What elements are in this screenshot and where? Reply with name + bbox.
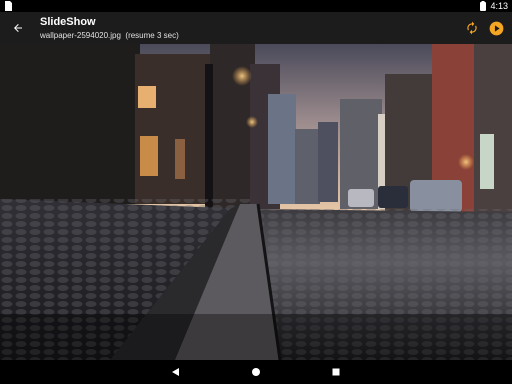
- refresh-button[interactable]: [462, 18, 482, 38]
- image-subtitle: wallpaper-2594020.jpg (resume 3 sec): [40, 31, 179, 40]
- image-filename: wallpaper-2594020.jpg: [40, 31, 121, 40]
- navigation-bar: [0, 360, 512, 384]
- play-circle-icon: [489, 21, 503, 35]
- slideshow-photo[interactable]: [0, 44, 512, 360]
- status-bar: 4:13: [0, 0, 512, 12]
- resume-note: (resume 3 sec): [125, 31, 179, 40]
- street-photo-image: [0, 44, 512, 360]
- nav-back-button[interactable]: [168, 364, 184, 380]
- back-button[interactable]: [8, 18, 28, 38]
- nav-home-button[interactable]: [248, 364, 264, 380]
- home-circle-icon: [252, 368, 260, 376]
- play-button[interactable]: [486, 18, 506, 38]
- back-arrow-icon: [14, 24, 22, 32]
- nav-recents-button[interactable]: [328, 364, 344, 380]
- status-icons: 4:13: [480, 0, 508, 12]
- clock-time: 4:13: [490, 1, 508, 11]
- battery-icon: [480, 1, 487, 11]
- app-bar: SlideShow wallpaper-2594020.jpg (resume …: [0, 12, 512, 44]
- app-title: SlideShow: [40, 16, 96, 28]
- refresh-icon: [467, 21, 477, 35]
- recents-square-icon: [332, 368, 340, 376]
- sim-card-icon: [5, 1, 12, 11]
- back-triangle-icon: [172, 368, 179, 376]
